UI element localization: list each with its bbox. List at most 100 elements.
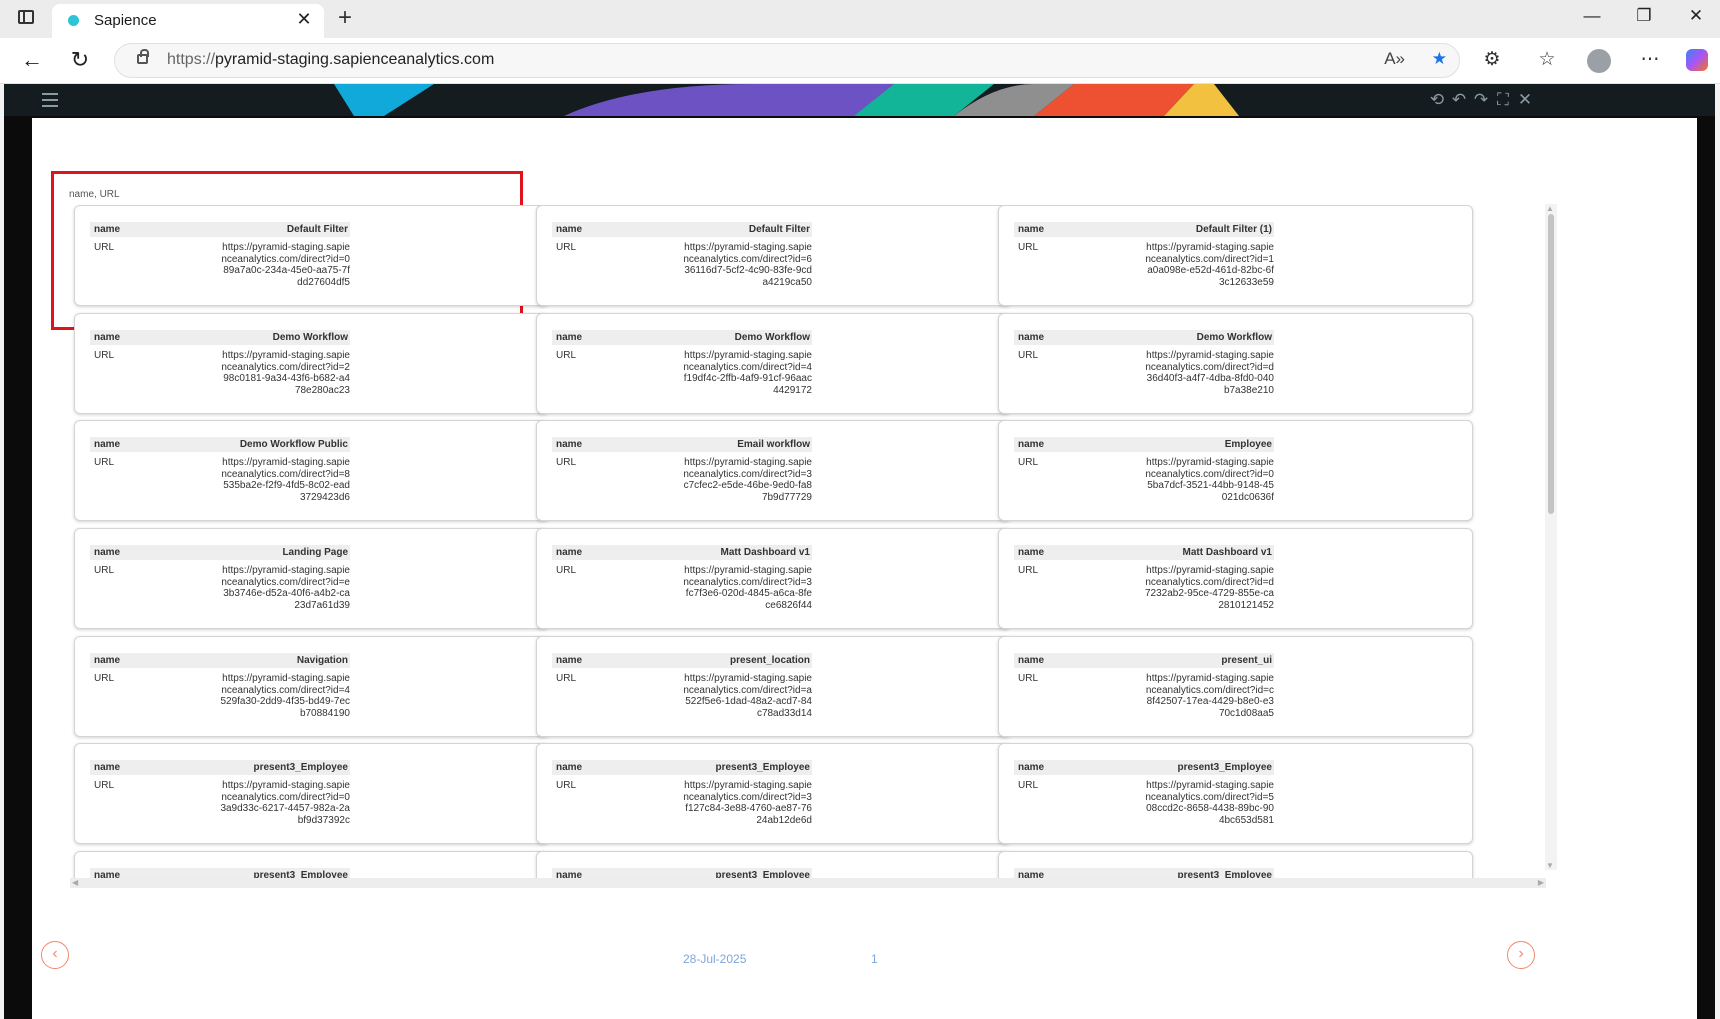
name-row: name Employee bbox=[1014, 437, 1274, 452]
horizontal-scrollbar[interactable]: ◀ ▶ bbox=[70, 878, 1546, 888]
name-key: name bbox=[556, 224, 583, 235]
record-card[interactable]: name Default Filter URL https://pyramid-sta… bbox=[74, 205, 549, 306]
url-key: URL bbox=[556, 780, 577, 791]
name-value: present3_Employee bbox=[253, 870, 349, 878]
favorites-icon[interactable]: ☆ bbox=[1534, 48, 1560, 71]
fullscreen-icon[interactable]: ⛶ bbox=[1492, 90, 1514, 110]
name-value: present3_Employee bbox=[253, 762, 349, 773]
url-field[interactable]: https://pyramid-staging.sapienceanalytic… bbox=[114, 43, 1460, 78]
name-key: name bbox=[1018, 224, 1045, 235]
record-card[interactable]: name Matt Dashboard v1 URL https://pyramid-… bbox=[536, 528, 1011, 629]
url-value[interactable]: https://pyramid-staging.sapienceanalytic… bbox=[682, 780, 812, 826]
minimize-icon[interactable]: — bbox=[1577, 6, 1607, 26]
record-card[interactable]: name Default Filter (1) URL https://pyramid… bbox=[998, 205, 1473, 306]
close-window-icon[interactable]: ✕ bbox=[1681, 6, 1711, 26]
record-card[interactable]: namepresent3_EmployeeURL bbox=[536, 851, 1011, 878]
name-row: name Default Filter bbox=[552, 222, 812, 237]
scroll-up-icon[interactable]: ▲ bbox=[1546, 204, 1554, 213]
new-tab-icon[interactable]: + bbox=[338, 4, 352, 32]
url-key: URL bbox=[1018, 242, 1039, 253]
name-key: name bbox=[556, 870, 583, 878]
name-row: name present3_Employee bbox=[552, 868, 812, 878]
record-card[interactable]: name present3_Employee URL https://pyramid-… bbox=[998, 743, 1473, 844]
url-value[interactable]: https://pyramid-staging.sapienceanalytic… bbox=[220, 565, 350, 611]
url-text[interactable]: https://pyramid-staging.sapienceanalytic… bbox=[167, 51, 494, 69]
url-key: URL bbox=[94, 673, 115, 684]
name-row: name Default Filter bbox=[90, 222, 350, 237]
url-value[interactable]: https://pyramid-staging.sapienceanalytic… bbox=[682, 242, 812, 288]
vertical-scrollbar[interactable]: ▲ ▼ bbox=[1545, 204, 1557, 870]
undo-icon[interactable]: ↶ bbox=[1448, 90, 1470, 110]
read-aloud-icon[interactable]: A» bbox=[1384, 49, 1405, 68]
name-value: present3_Employee bbox=[1177, 870, 1273, 878]
record-card[interactable]: name present3_Employee URL https://pyramid-… bbox=[536, 743, 1011, 844]
url-value[interactable]: https://pyramid-staging.sapienceanalytic… bbox=[1144, 242, 1274, 288]
url-value[interactable]: https://pyramid-staging.sapienceanalytic… bbox=[1144, 780, 1274, 826]
record-card[interactable]: name Matt Dashboard v1 URL https://pyramid-… bbox=[998, 528, 1473, 629]
url-value[interactable]: https://pyramid-staging.sapienceanalytic… bbox=[1144, 565, 1274, 611]
record-card[interactable]: name present_ui URL https://pyramid-staging… bbox=[998, 636, 1473, 737]
name-key: name bbox=[94, 762, 121, 773]
name-value: present_ui bbox=[1221, 655, 1272, 666]
menu-icon[interactable] bbox=[42, 93, 58, 107]
favorite-star-icon[interactable]: ★ bbox=[1432, 49, 1447, 68]
profile-avatar[interactable] bbox=[1587, 49, 1611, 73]
name-key: name bbox=[1018, 547, 1045, 558]
url-value[interactable]: https://pyramid-staging.sapienceanalytic… bbox=[220, 780, 350, 826]
name-value: Navigation bbox=[296, 655, 348, 666]
next-page-icon[interactable]: › bbox=[1507, 941, 1535, 969]
url-value[interactable]: https://pyramid-staging.sapienceanalytic… bbox=[220, 350, 350, 396]
record-card[interactable]: name Email workflow URL https://pyramid-sta… bbox=[536, 420, 1011, 521]
close-tab-icon[interactable]: ✕ bbox=[294, 9, 314, 30]
name-row: name Matt Dashboard v1 bbox=[552, 545, 812, 560]
url-value[interactable]: https://pyramid-staging.sapienceanalytic… bbox=[682, 673, 812, 719]
redo-icon[interactable]: ↷ bbox=[1470, 90, 1492, 110]
record-card[interactable]: name Landing Page URL https://pyramid-stagi… bbox=[74, 528, 549, 629]
record-card[interactable]: name Navigation URL https://pyramid-staging… bbox=[74, 636, 549, 737]
url-key: URL bbox=[1018, 457, 1039, 468]
name-key: name bbox=[94, 655, 121, 666]
record-card[interactable]: name Default Filter URL https://pyramid-sta… bbox=[536, 205, 1011, 306]
scroll-right-icon[interactable]: ▶ bbox=[1538, 878, 1544, 887]
tab-actions-icon[interactable] bbox=[18, 10, 34, 24]
browser-tab[interactable]: Sapience ✕ bbox=[52, 4, 324, 38]
record-card[interactable]: namepresent3_EmployeeURL bbox=[74, 851, 549, 878]
lock-icon[interactable] bbox=[137, 49, 149, 64]
back-icon[interactable]: ← bbox=[18, 47, 46, 73]
url-key: URL bbox=[94, 350, 115, 361]
more-menu-icon[interactable]: ⋯ bbox=[1637, 48, 1663, 71]
url-value[interactable]: https://pyramid-staging.sapienceanalytic… bbox=[682, 350, 812, 396]
reset-icon[interactable]: ⟲ bbox=[1426, 90, 1448, 110]
scroll-thumb[interactable] bbox=[1548, 214, 1554, 514]
copilot-icon[interactable] bbox=[1686, 49, 1708, 71]
url-value[interactable]: https://pyramid-staging.sapienceanalytic… bbox=[220, 457, 350, 503]
url-value[interactable]: https://pyramid-staging.sapienceanalytic… bbox=[682, 457, 812, 503]
url-value[interactable]: https://pyramid-staging.sapienceanalytic… bbox=[682, 565, 812, 611]
restore-icon[interactable]: ❐ bbox=[1629, 6, 1659, 26]
url-value[interactable]: https://pyramid-staging.sapienceanalytic… bbox=[1144, 673, 1274, 719]
record-card[interactable]: name present_location URL https://pyramid-s… bbox=[536, 636, 1011, 737]
record-card[interactable]: name Demo Workflow URL https://pyramid-stag… bbox=[536, 313, 1011, 414]
name-value: Matt Dashboard v1 bbox=[1182, 547, 1272, 558]
name-key: name bbox=[556, 547, 583, 558]
refresh-icon[interactable]: ↻ bbox=[66, 47, 94, 73]
record-card[interactable]: namepresent3_EmployeeURL bbox=[998, 851, 1473, 878]
scroll-left-icon[interactable]: ◀ bbox=[72, 878, 78, 887]
name-value: Default Filter (1) bbox=[1195, 224, 1272, 235]
url-value[interactable]: https://pyramid-staging.sapienceanalytic… bbox=[220, 242, 350, 288]
previous-page-icon[interactable]: ‹ bbox=[41, 941, 69, 969]
url-value[interactable]: https://pyramid-staging.sapienceanalytic… bbox=[1144, 457, 1274, 503]
close-icon[interactable]: ✕ bbox=[1514, 90, 1536, 110]
record-card[interactable]: name Demo Workflow Public URL https://pyram… bbox=[74, 420, 549, 521]
record-card[interactable]: name Employee URL https://pyramid-staging.s… bbox=[998, 420, 1473, 521]
record-card[interactable]: name Demo Workflow URL https://pyramid-stag… bbox=[998, 313, 1473, 414]
url-value[interactable]: https://pyramid-staging.sapienceanalytic… bbox=[1144, 350, 1274, 396]
scroll-down-icon[interactable]: ▼ bbox=[1546, 861, 1554, 870]
url-key: URL bbox=[1018, 350, 1039, 361]
record-card[interactable]: name Demo Workflow URL https://pyramid-stag… bbox=[74, 313, 549, 414]
url-value[interactable]: https://pyramid-staging.sapienceanalytic… bbox=[220, 673, 350, 719]
url-key: URL bbox=[556, 565, 577, 576]
record-card[interactable]: name present3_Employee URL https://pyramid-… bbox=[74, 743, 549, 844]
extensions-icon[interactable]: ⚙ bbox=[1479, 48, 1505, 71]
name-key: name bbox=[556, 655, 583, 666]
